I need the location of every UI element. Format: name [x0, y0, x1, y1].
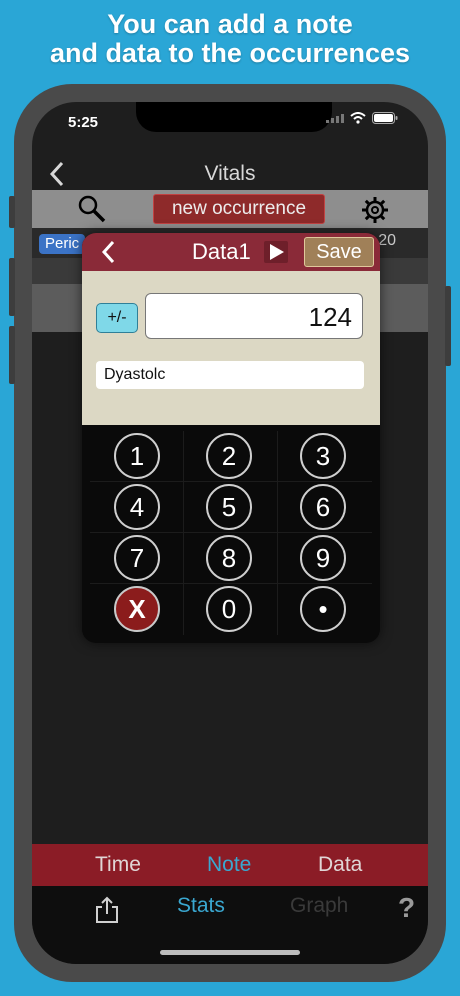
- segment-bar: Time Note Data: [32, 844, 428, 886]
- key-cell: 0: [184, 584, 278, 635]
- tab-graph[interactable]: Graph: [290, 894, 348, 918]
- status-icons: [326, 112, 398, 124]
- next-button[interactable]: [264, 241, 288, 263]
- key-cell: 7: [90, 533, 184, 584]
- gear-icon[interactable]: [360, 195, 390, 225]
- segment-note[interactable]: Note: [207, 853, 251, 877]
- back-chevron-icon[interactable]: [98, 239, 120, 265]
- data-entry-modal: Data1 Save +/- 124 Dyastolc 1 2 3 4 5 6 …: [82, 233, 380, 643]
- modal-body: +/- 124 Dyastolc: [82, 271, 380, 425]
- key-cell: 2: [184, 431, 278, 482]
- key-cell: 3: [278, 431, 372, 482]
- signal-icon: [326, 114, 344, 123]
- key-8[interactable]: 8: [206, 535, 252, 581]
- play-icon: [270, 244, 284, 260]
- key-cell: 5: [184, 482, 278, 533]
- share-icon[interactable]: [94, 896, 120, 924]
- key-6[interactable]: 6: [300, 484, 346, 530]
- key-cell: 8: [184, 533, 278, 584]
- save-button[interactable]: Save: [304, 237, 374, 267]
- key-cell: 1: [90, 431, 184, 482]
- notch: [136, 102, 332, 132]
- new-occurrence-button[interactable]: new occurrence: [153, 194, 325, 224]
- segment-data[interactable]: Data: [318, 853, 362, 877]
- cancel-key[interactable]: X: [114, 586, 160, 632]
- battery-icon: [372, 112, 398, 124]
- segment-time[interactable]: Time: [95, 853, 141, 877]
- volume-up-button: [9, 258, 15, 316]
- home-indicator: [160, 950, 300, 955]
- help-button[interactable]: ?: [398, 892, 415, 924]
- key-9[interactable]: 9: [300, 535, 346, 581]
- toolbar: new occurrence: [32, 190, 428, 228]
- headline-line-2: and data to the occurrences: [49, 38, 411, 68]
- key-cell: 6: [278, 482, 372, 533]
- modal-title: Data1: [192, 239, 251, 264]
- key-7[interactable]: 7: [114, 535, 160, 581]
- label-input[interactable]: Dyastolc: [96, 361, 364, 389]
- key-3[interactable]: 3: [300, 433, 346, 479]
- silent-switch: [9, 196, 15, 228]
- key-cell: •: [278, 584, 372, 635]
- volume-down-button: [9, 326, 15, 384]
- modal-header: Data1 Save: [82, 233, 380, 271]
- key-2[interactable]: 2: [206, 433, 252, 479]
- sign-toggle-button[interactable]: +/-: [96, 303, 138, 333]
- key-1[interactable]: 1: [114, 433, 160, 479]
- nav-bar: Vitals: [32, 158, 428, 190]
- period-badge: Peric: [39, 234, 86, 254]
- key-4[interactable]: 4: [114, 484, 160, 530]
- value-input[interactable]: 124: [145, 293, 363, 339]
- decimal-key[interactable]: •: [300, 586, 346, 632]
- power-button: [445, 286, 451, 366]
- promo-headline: You can add a note and data to the occur…: [0, 10, 460, 68]
- search-icon[interactable]: [76, 194, 108, 224]
- headline-line-1: You can add a note: [107, 9, 353, 39]
- numeric-keypad: 1 2 3 4 5 6 7 8 9 X 0 •: [90, 431, 372, 637]
- key-cell: 4: [90, 482, 184, 533]
- key-5[interactable]: 5: [206, 484, 252, 530]
- key-0[interactable]: 0: [206, 586, 252, 632]
- row-value: 20: [378, 232, 396, 249]
- phone-screen: 5:25 Vitals new occurrence Peric 20 Data…: [32, 102, 428, 964]
- tab-stats[interactable]: Stats: [177, 894, 225, 918]
- key-cell: 9: [278, 533, 372, 584]
- wifi-icon: [350, 112, 366, 124]
- status-time: 5:25: [68, 114, 99, 131]
- page-title: Vitals: [204, 162, 256, 185]
- key-cell: X: [90, 584, 184, 635]
